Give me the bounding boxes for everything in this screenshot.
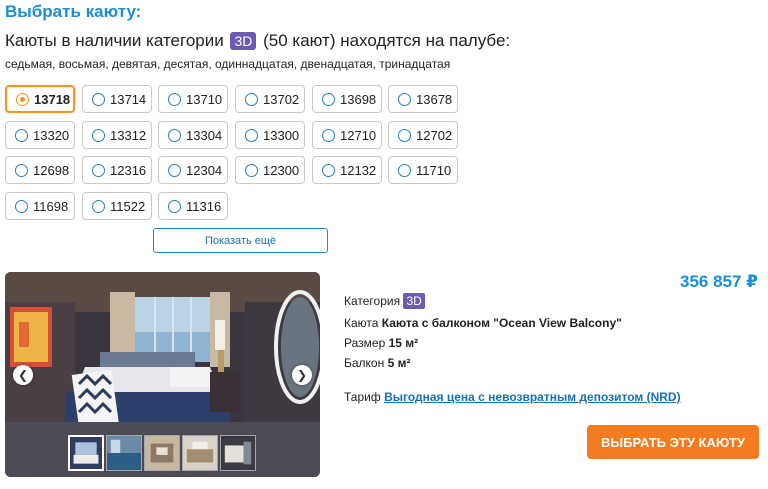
cabin-number: 13702 <box>263 91 300 107</box>
cabin-number: 12132 <box>340 162 377 178</box>
subtitle-before: Каюты в наличии категории <box>5 31 224 50</box>
cabin-number: 11522 <box>110 198 146 214</box>
gallery-next-button[interactable]: ❯ <box>292 365 312 385</box>
cabin-number: 13714 <box>110 91 147 107</box>
radio-icon <box>168 199 181 213</box>
category-label: Категория <box>344 294 401 308</box>
cabin-option[interactable]: 13702 <box>235 85 305 113</box>
radio-icon <box>398 92 411 106</box>
size-label: Размер <box>344 336 386 350</box>
category-row: Категория 3D <box>344 291 681 311</box>
page-title: Выбрать каюту: <box>5 2 142 21</box>
cabin-number: 12710 <box>340 127 377 143</box>
cabin-option[interactable]: 13300 <box>235 121 305 149</box>
gallery-thumbnail[interactable] <box>68 435 104 471</box>
cabin-number: 13710 <box>186 91 223 107</box>
cabin-number: 12702 <box>416 127 453 143</box>
radio-icon <box>15 163 28 177</box>
size-row: Размер 15 м² <box>344 333 681 353</box>
cabin-number: 12304 <box>186 162 223 178</box>
category-badge: 3D <box>230 32 257 50</box>
cabin-option[interactable]: 12304 <box>158 156 228 184</box>
cabin-option[interactable]: 13304 <box>158 121 228 149</box>
cabin-option[interactable]: 11710 <box>388 156 458 184</box>
cabin-number: 13300 <box>263 127 300 143</box>
radio-icon <box>245 163 258 177</box>
cabin-number: 13320 <box>33 127 70 143</box>
cabin-details: Категория 3D Каюта Каюта с балконом "Oce… <box>344 291 681 407</box>
cabin-label: Каюта <box>344 316 379 330</box>
cabin-value: Каюта с балконом "Ocean View Balcony" <box>381 316 622 330</box>
select-cabin-button[interactable]: ВЫБРАТЬ ЭТУ КАЮТУ <box>587 425 759 459</box>
radio-icon <box>92 163 105 177</box>
radio-icon <box>168 92 181 106</box>
cabin-option[interactable]: 12710 <box>312 121 382 149</box>
cabin-option[interactable]: 12698 <box>5 156 75 184</box>
cabin-number: 13678 <box>416 91 453 107</box>
cabin-number: 11710 <box>416 162 452 178</box>
cabin-number: 12316 <box>110 162 147 178</box>
show-more-button[interactable]: Показать ещё <box>153 228 328 253</box>
radio-icon <box>168 128 181 142</box>
cabin-option[interactable]: 13714 <box>82 85 152 113</box>
gallery-prev-button[interactable]: ❮ <box>13 365 33 385</box>
cabin-option[interactable]: 12316 <box>82 156 152 184</box>
cabin-option[interactable]: 13718 <box>5 85 75 113</box>
cabin-number: 13304 <box>186 127 223 143</box>
cabin-number: 13312 <box>110 127 147 143</box>
cabin-option[interactable]: 12132 <box>312 156 382 184</box>
cabin-availability-text: Каюты в наличии категории 3D (50 кают) н… <box>5 31 510 51</box>
gallery-thumbnail[interactable] <box>106 435 142 471</box>
radio-icon <box>16 92 29 106</box>
cabin-option[interactable]: 11698 <box>5 192 75 220</box>
cabin-number: 12698 <box>33 162 70 178</box>
gallery-thumbnail[interactable] <box>220 435 256 471</box>
cabin-number: 11698 <box>33 198 69 214</box>
cabin-option[interactable]: 13678 <box>388 85 458 113</box>
deck-list: седьмая, восьмая, девятая, десятая, один… <box>5 57 451 71</box>
radio-icon <box>398 128 411 142</box>
chevron-left-icon: ❮ <box>17 368 29 382</box>
radio-icon <box>168 163 181 177</box>
cabin-option[interactable]: 12300 <box>235 156 305 184</box>
cabin-number: 13698 <box>340 91 377 107</box>
gallery-thumbnails <box>68 435 256 471</box>
balcony-label: Балкон <box>344 356 385 370</box>
size-value: 15 м² <box>388 336 419 350</box>
radio-icon <box>322 128 335 142</box>
cabin-number: 12300 <box>263 162 300 178</box>
cabin-photo-gallery: ❮ ❯ <box>5 272 320 477</box>
gallery-thumbnail[interactable] <box>182 435 218 471</box>
cabin-option[interactable]: 13698 <box>312 85 382 113</box>
radio-icon <box>15 128 28 142</box>
radio-icon <box>92 92 105 106</box>
cabin-option[interactable]: 13710 <box>158 85 228 113</box>
radio-icon <box>15 199 28 213</box>
radio-icon <box>92 199 105 213</box>
radio-icon <box>245 128 258 142</box>
radio-icon <box>398 163 411 177</box>
chevron-right-icon: ❯ <box>296 368 308 382</box>
cabin-option[interactable]: 11316 <box>158 192 228 220</box>
tariff-row: Тариф Выгодная цена с невозвратным депоз… <box>344 387 681 407</box>
subtitle-after: (50 кают) находятся на палубе: <box>263 31 511 50</box>
cabin-number: 11316 <box>186 198 222 214</box>
cabin-option[interactable]: 11522 <box>82 192 152 220</box>
radio-icon <box>322 163 335 177</box>
cabin-number: 13718 <box>34 91 71 107</box>
tariff-link[interactable]: Выгодная цена с невозвратным депозитом (… <box>384 390 681 404</box>
radio-icon <box>92 128 105 142</box>
cabin-option[interactable]: 13312 <box>82 121 152 149</box>
balcony-row: Балкон 5 м² <box>344 353 681 373</box>
radio-icon <box>245 92 258 106</box>
category-value-badge: 3D <box>403 293 425 309</box>
gallery-thumbnail[interactable] <box>144 435 180 471</box>
cabin-option[interactable]: 13320 <box>5 121 75 149</box>
cabin-price: 356 857 ₽ <box>679 272 758 291</box>
cabin-type-row: Каюта Каюта с балконом "Ocean View Balco… <box>344 313 681 333</box>
balcony-value: 5 м² <box>387 356 411 370</box>
tariff-label: Тариф <box>344 390 381 404</box>
radio-icon <box>322 92 335 106</box>
cabin-option[interactable]: 12702 <box>388 121 458 149</box>
